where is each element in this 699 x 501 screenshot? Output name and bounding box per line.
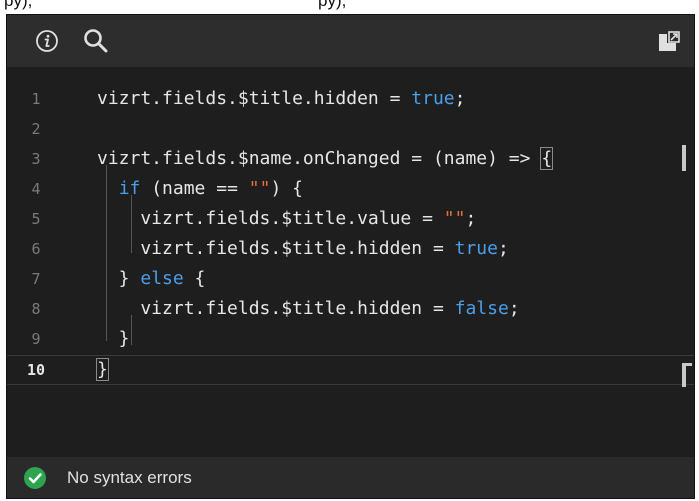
- code-text: vizrt.fields.$name.onChanged = (name) =>…: [97, 147, 554, 170]
- scrollbar-marker[interactable]: [682, 363, 692, 366]
- matching-bracket: }: [96, 358, 109, 381]
- line-number: 8: [31, 300, 41, 318]
- line-number: 9: [31, 330, 41, 348]
- code-text: }: [97, 328, 130, 349]
- code-line: 1 vizrt.fields.$title.hidden = true;: [7, 84, 694, 114]
- top-strip: py), py),: [0, 0, 699, 14]
- status-message: No syntax errors: [67, 468, 192, 487]
- line-number: 3: [31, 150, 41, 168]
- line-number: 4: [31, 180, 41, 198]
- code-line: 3 vizrt.fields.$name.onChanged = (name) …: [7, 144, 694, 174]
- code-area[interactable]: 1 vizrt.fields.$title.hidden = true; 2 3…: [7, 67, 694, 457]
- scrollbar-marker[interactable]: [682, 145, 686, 171]
- code-line: 5 vizrt.fields.$title.value = "";: [7, 204, 694, 234]
- editor-toolbar: [7, 15, 694, 67]
- code-text: vizrt.fields.$title.value = "";: [97, 208, 477, 229]
- popout-icon[interactable]: [657, 29, 681, 53]
- code-text: vizrt.fields.$title.hidden = true;: [97, 88, 466, 109]
- scrollbar-marker[interactable]: [682, 363, 686, 387]
- top-strip-right-text: py),: [318, 0, 347, 10]
- check-circle-icon: [24, 467, 46, 489]
- line-number: 7: [31, 270, 41, 288]
- code-line: 4 if (name == "") {: [7, 174, 694, 204]
- code-editor-panel: 1 vizrt.fields.$title.hidden = true; 2 3…: [6, 14, 695, 499]
- code-line: 8 vizrt.fields.$title.hidden = false;: [7, 294, 694, 324]
- current-code-line: 10 }: [7, 355, 694, 385]
- line-number: 2: [31, 120, 41, 138]
- status-bar: No syntax errors: [7, 457, 694, 498]
- line-number: 6: [31, 240, 41, 258]
- code-line: 6 vizrt.fields.$title.hidden = true;: [7, 234, 694, 264]
- search-icon[interactable]: [82, 27, 110, 55]
- code-text: vizrt.fields.$title.hidden = true;: [97, 238, 509, 259]
- info-icon[interactable]: [35, 29, 59, 53]
- code-text: }: [96, 356, 109, 384]
- line-number: 10: [26, 361, 46, 379]
- line-number: 5: [31, 210, 41, 228]
- top-strip-left-text: py),: [4, 0, 33, 10]
- code-text: vizrt.fields.$title.hidden = false;: [97, 298, 520, 319]
- code-line: 7 } else {: [7, 264, 694, 294]
- code-line: 9 }: [7, 324, 694, 354]
- line-number: 1: [31, 90, 41, 108]
- matching-bracket: {: [540, 147, 554, 170]
- code-line: 2: [7, 114, 694, 144]
- code-text: if (name == "") {: [118, 178, 303, 199]
- code-text: } else {: [97, 268, 206, 289]
